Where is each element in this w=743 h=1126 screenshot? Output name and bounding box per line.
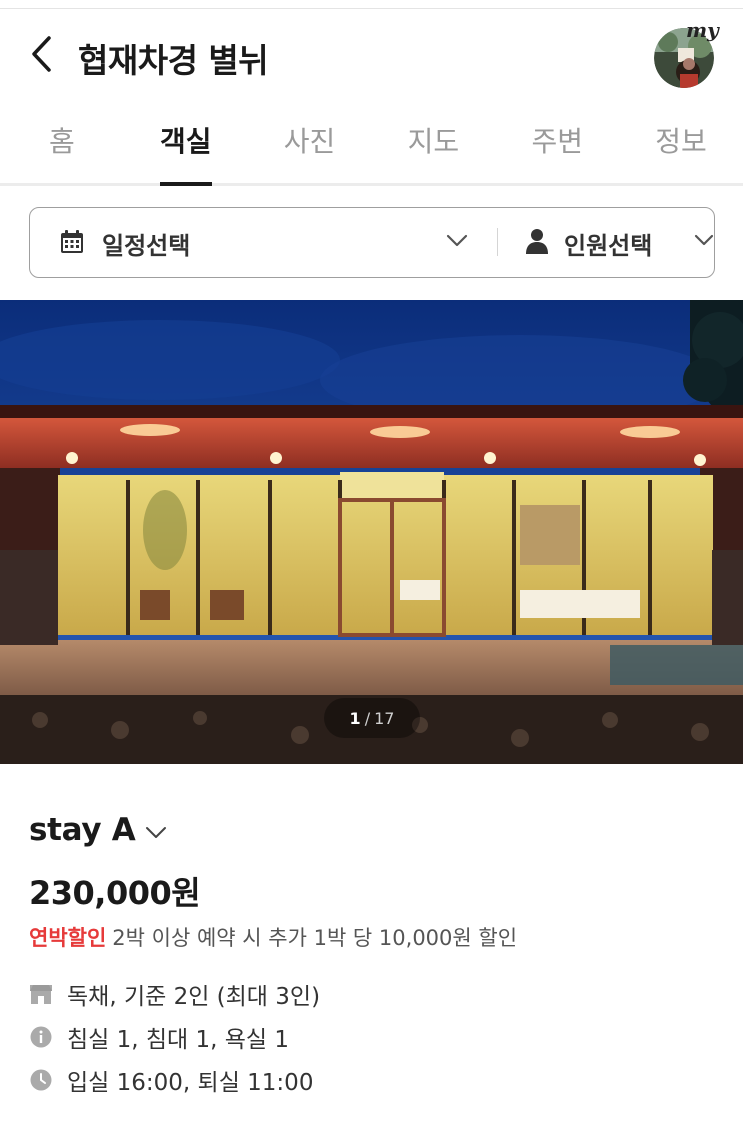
back-button[interactable] [24, 32, 58, 76]
room-photo-gallery[interactable] [0, 300, 743, 764]
room-selector[interactable]: stay A [29, 812, 167, 848]
promo-line: 연박할인 2박 이상 예약 시 추가 1박 당 10,000원 할인 [29, 922, 517, 952]
promo-text: 2박 이상 예약 시 추가 1박 당 10,000원 할인 [112, 926, 518, 950]
booking-filter: 일정선택 인원선택 [29, 207, 715, 278]
guest-picker-button[interactable]: 인원선택 [498, 208, 714, 276]
date-picker-button[interactable]: 일정선택 [30, 208, 496, 276]
info-text: 침실 1, 침대 1, 욕실 1 [67, 1027, 290, 1053]
info-text: 독채, 기준 2인 (최대 3인) [67, 984, 321, 1010]
photo-counter-total: 17 [374, 708, 395, 728]
header: 협재차경 별뉘 my [0, 12, 743, 96]
tab-rooms[interactable]: 객실 [124, 108, 248, 186]
chevron-down-icon [146, 827, 167, 838]
info-row-occupancy: 독채, 기준 2인 (최대 3인) [29, 977, 320, 1011]
info-icon [29, 1025, 53, 1049]
tab-nearby[interactable]: 주변 [495, 108, 619, 183]
clock-icon [29, 1068, 53, 1092]
chevron-down-icon [694, 234, 714, 246]
info-text: 입실 16:00, 퇴실 11:00 [67, 1070, 314, 1096]
building-icon [29, 982, 53, 1006]
tab-info[interactable]: 정보 [619, 108, 743, 183]
photo-counter-separator: / [364, 708, 371, 728]
tab-home[interactable]: 홈 [0, 108, 124, 183]
person-icon [526, 229, 548, 254]
chevron-down-icon [446, 234, 468, 247]
promo-tag: 연박할인 [29, 926, 107, 950]
room-price: 230,000원 [29, 874, 201, 912]
info-row-rooms: 침실 1, 침대 1, 욕실 1 [29, 1020, 289, 1054]
photo-counter-current: 1 [349, 708, 361, 728]
date-picker-label: 일정선택 [102, 232, 191, 260]
my-page-label[interactable]: my [686, 18, 719, 42]
calendar-icon [61, 230, 83, 253]
page-title: 협재차경 별뉘 [78, 41, 269, 80]
top-divider [0, 8, 743, 9]
room-name: stay A [29, 812, 136, 848]
guest-picker-label: 인원선택 [564, 232, 653, 260]
tab-map[interactable]: 지도 [371, 108, 495, 183]
room-photo [0, 300, 743, 764]
tab-bar: 홈 객실 사진 지도 주변 정보 [0, 108, 743, 186]
chevron-left-icon [32, 36, 51, 72]
tab-photos[interactable]: 사진 [248, 108, 372, 183]
photo-counter: 1 / 17 [324, 698, 420, 738]
info-row-checkin: 입실 16:00, 퇴실 11:00 [29, 1063, 313, 1097]
